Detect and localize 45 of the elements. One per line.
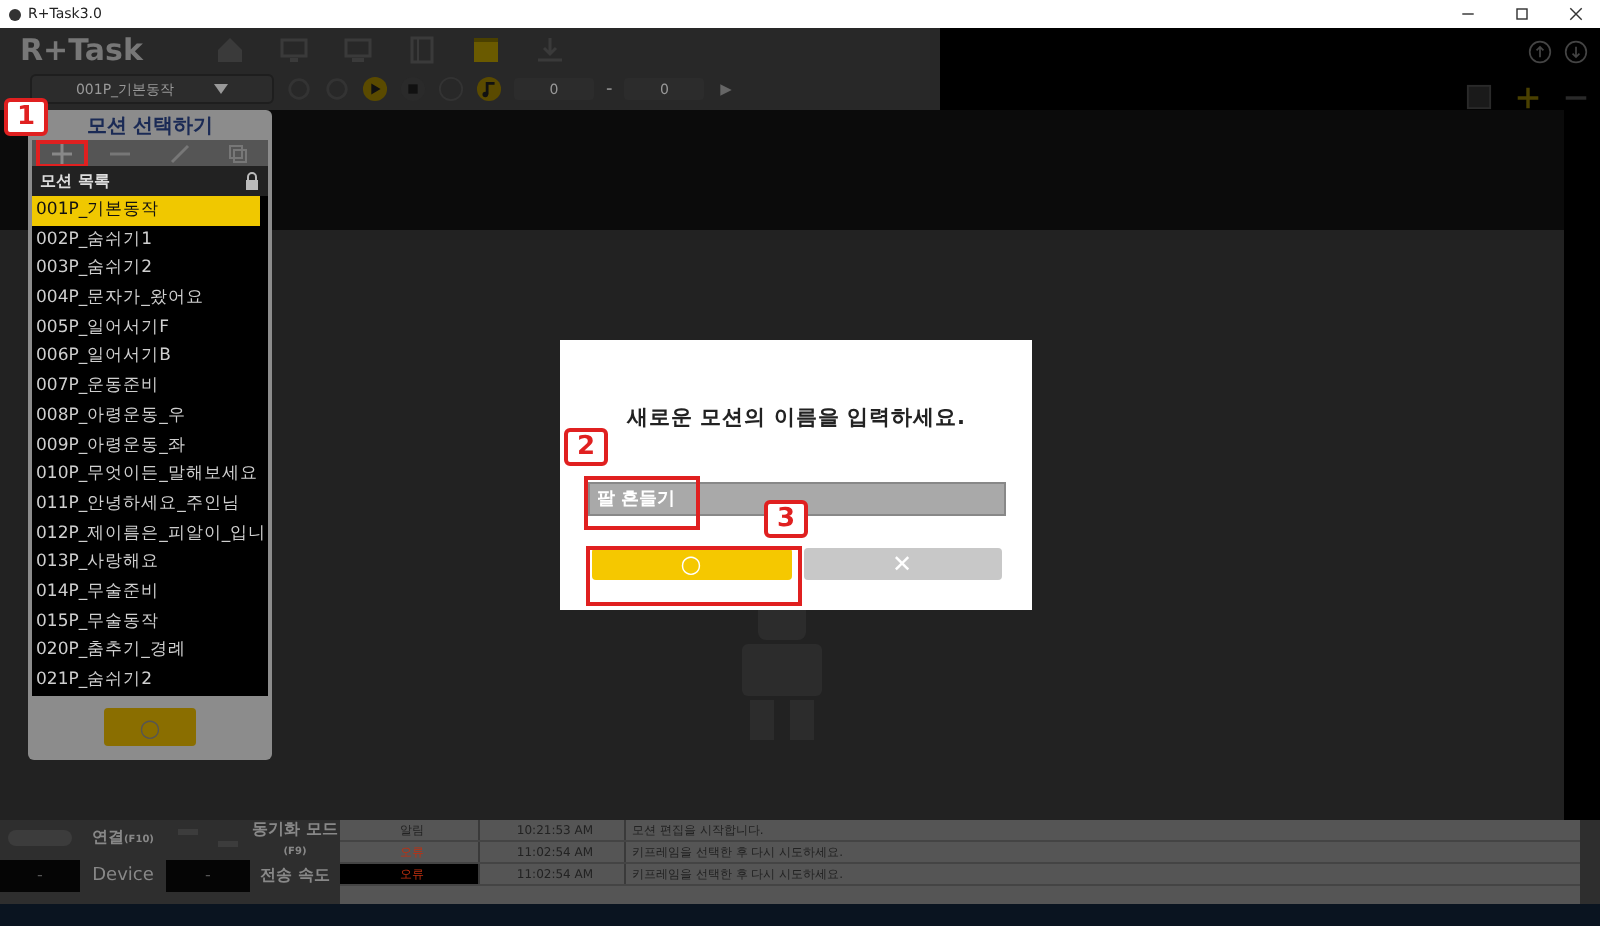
app-icon	[8, 7, 22, 21]
speed-label: 전송 속도	[258, 864, 332, 886]
close-icon[interactable]	[1566, 4, 1586, 24]
motion-list-item[interactable]: 009P_아령운동_좌	[32, 431, 260, 461]
copy-button[interactable]	[228, 143, 249, 163]
motion-list-item[interactable]: 021P_숨쉬기2	[32, 666, 260, 696]
motion-list-item[interactable]: 013P_사랑해요	[32, 548, 260, 578]
motion-list-item[interactable]: 005P_일어서기F	[32, 313, 260, 343]
speed-value: -	[166, 859, 250, 891]
play-icon[interactable]	[362, 76, 388, 102]
lock-icon	[244, 172, 260, 190]
dropdown-caret-icon	[214, 84, 229, 94]
device-label: Device	[90, 865, 156, 885]
device-value: -	[0, 859, 80, 891]
upload-icon[interactable]	[1528, 40, 1552, 64]
maximize-icon[interactable]	[1512, 4, 1532, 24]
clapperboard-icon[interactable]	[472, 36, 500, 64]
download-circle-icon[interactable]	[1564, 40, 1588, 64]
plus-icon	[51, 143, 72, 163]
panel-title: 모션 선택하기	[86, 113, 214, 140]
music-note-icon[interactable]	[476, 76, 502, 102]
motion-list-item[interactable]: 015P_무술동작	[32, 607, 260, 637]
motion-list-item[interactable]: 014P_무술준비	[32, 577, 260, 608]
step-number-badge: 2	[564, 428, 608, 466]
motion-list-item[interactable]: 004P_문자가_왔어요	[32, 284, 260, 314]
play-arrow-icon[interactable]	[716, 79, 737, 99]
dialog-message: 새로운 모션의 이름을 입력하세요.	[627, 404, 965, 432]
motion-list-item[interactable]: 001P_기본동작	[32, 196, 260, 226]
motion-list-item[interactable]: 012P_제이름은_피알이_입니	[32, 519, 260, 549]
step-number-badge: 3	[764, 500, 808, 538]
add-icon[interactable]	[1516, 85, 1540, 109]
motion-list-item[interactable]: 006P_일어서기B	[32, 342, 260, 373]
motion-list-item[interactable]: 011P_안녕하세요_주인님	[32, 489, 260, 520]
list-header: 모션 목록	[40, 170, 110, 192]
step-number-badge: 1	[4, 98, 48, 136]
app-logo: R+Task	[20, 32, 145, 68]
motion-list-item[interactable]: 003P_숨쉬기2	[32, 254, 260, 285]
range-separator: -	[606, 79, 613, 99]
highlight-frame	[584, 476, 700, 530]
motion-list-item[interactable]: 007P_운동준비	[32, 372, 260, 402]
motion-list-item[interactable]: 008P_아령운동_우	[32, 401, 260, 431]
motion-list-item[interactable]: 002P_숨쉬기1	[32, 225, 260, 255]
motion-list-item[interactable]: 010P_무엇이든_말해보세요	[32, 460, 260, 490]
motion-list-item[interactable]: 020P_춤추기_경례	[32, 636, 260, 666]
edit-button[interactable]	[169, 143, 190, 163]
